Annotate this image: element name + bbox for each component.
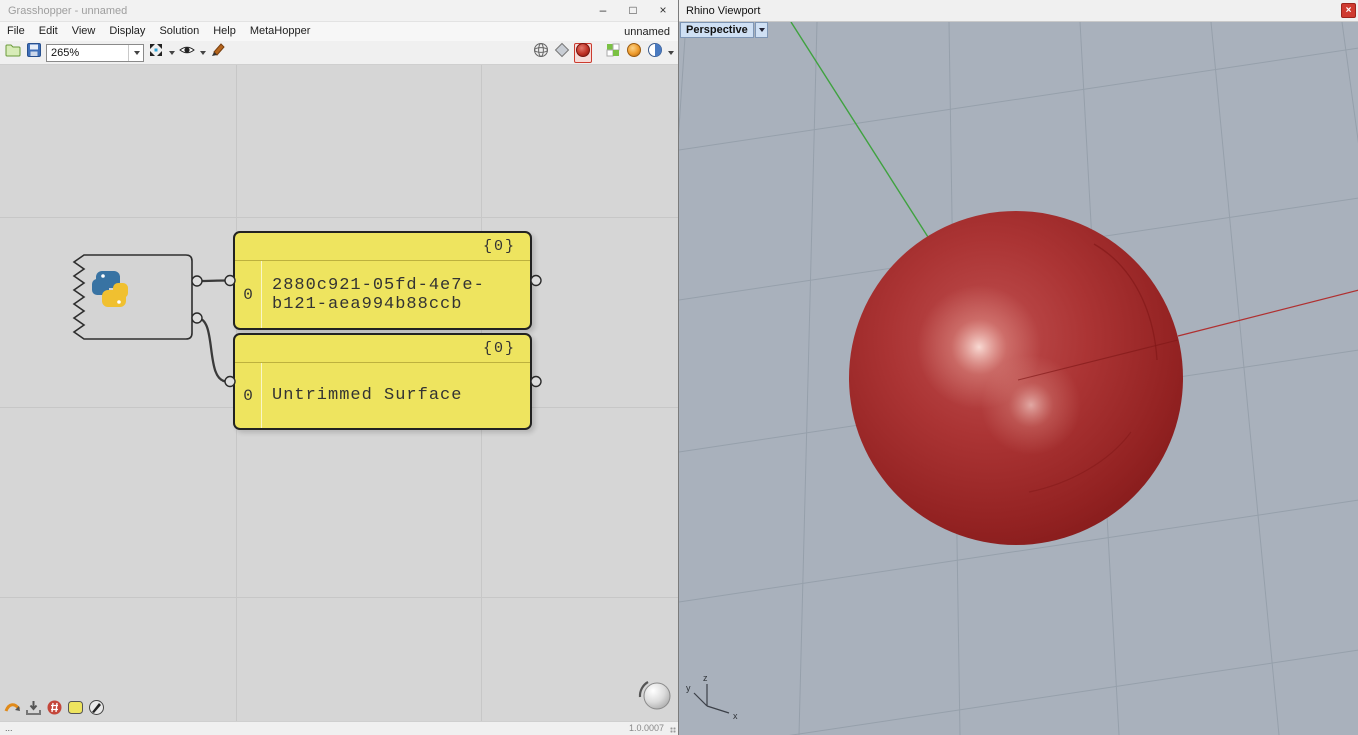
panel-path-badge: {0} [235,233,530,261]
toolbar: 265% [0,41,678,65]
python-logo-icon [92,271,128,307]
panel-row-value: Untrimmed Surface [272,386,463,405]
preview-shaded-button[interactable] [553,42,571,63]
display-checker-button[interactable] [604,43,622,63]
eye-icon [179,42,195,63]
display-mode-button[interactable] [646,43,664,63]
statusbar-more[interactable]: ... [5,722,13,735]
maximize-icon[interactable]: □ [618,0,648,22]
perspective-tab-label[interactable]: Perspective [680,22,754,38]
panel-path-badge: {0} [235,335,530,363]
rhino-window: Rhino Viewport × z y x Perspective [678,0,1358,735]
data-panel-guid[interactable]: {0} 0 2880c921-05fd-4e7e-b121-aea994b88c… [233,231,532,330]
display-material-button[interactable] [625,43,643,63]
window-controls: – □ × [588,0,678,22]
orange-sphere-icon [626,42,642,63]
checker-icon [605,42,621,63]
red-sphere-icon [575,42,591,63]
preview-rendered-button-selected[interactable] [574,42,592,63]
display-mode-dropdown-icon[interactable] [668,50,674,55]
grasshopper-titlebar[interactable]: Grasshopper - unnamed – □ × [0,0,678,22]
canvas-quick-toolbar [3,698,105,716]
menu-help[interactable]: Help [206,22,243,41]
paint-tool-button[interactable] [209,43,227,63]
grasshopper-canvas[interactable]: {0} 0 2880c921-05fd-4e7e-b121-aea994b88c… [0,65,678,721]
x-axis-line [1177,289,1358,337]
half-sphere-icon [647,42,663,63]
red-sphere-geometry [849,211,1183,545]
data-panel-surface[interactable]: {0} 0 Untrimmed Surface [233,333,532,430]
rhino-perspective-viewport[interactable]: z y x Perspective [679,22,1358,735]
pen-tool-icon[interactable] [87,698,105,716]
save-file-button[interactable] [25,43,43,63]
preview-wireframe-button[interactable] [532,43,550,63]
viewport-scene: z y x [679,22,1358,735]
zoom-level-combobox[interactable]: 265% [46,43,144,62]
y-axis-line [790,22,929,238]
zoom-extents-button[interactable] [147,43,165,63]
axis-x-label: x [733,711,738,721]
menu-display[interactable]: Display [102,22,152,41]
python-out-port[interactable] [191,275,203,287]
axis-indicator-icon [693,684,730,714]
gem-icon [554,42,570,63]
panel-row-index: 0 [235,261,262,328]
sketch-icon[interactable] [3,698,21,716]
document-name: unnamed [624,25,670,38]
canvas-navigation-ball[interactable] [636,675,674,718]
zoom-extents-icon [148,42,164,63]
grasshopper-window: Grasshopper - unnamed – □ × File Edit Vi… [0,0,678,735]
menu-solution[interactable]: Solution [152,22,206,41]
menu-file[interactable]: File [0,22,32,41]
python-a-port[interactable] [191,312,203,324]
panel-body: 0 2880c921-05fd-4e7e-b121-aea994b88ccb [235,261,530,328]
import-tray-icon[interactable] [24,698,42,716]
minimize-icon[interactable]: – [588,0,618,22]
paintbrush-icon [210,42,226,63]
axis-z-label: z [703,673,708,683]
viewport-menu-arrow[interactable] [754,22,768,38]
chevron-down-icon[interactable] [128,44,143,61]
panel-row-index: 0 [235,363,262,428]
panel-row-value: 2880c921-05fd-4e7e-b121-aea994b88ccb [272,275,485,314]
resize-grip[interactable] [670,727,676,733]
chevron-down-icon [758,28,765,32]
panel-tool-icon[interactable] [66,698,84,716]
screen: Grasshopper - unnamed – □ × File Edit Vi… [0,0,1358,735]
zoom-level-value: 265% [51,46,80,59]
python-output-out-label: out [150,271,174,290]
preview-visibility-button[interactable] [178,43,196,63]
close-icon[interactable]: × [648,0,678,22]
python-output-a-label: a [152,308,162,327]
panel-body: 0 Untrimmed Surface [235,363,530,428]
save-icon [26,42,42,63]
menu-edit[interactable]: Edit [32,22,65,41]
ball-icon [643,682,671,710]
version-label: 1.0.0007 [628,723,664,733]
viewport-tab: Perspective [680,22,768,38]
statusbar: ... 1.0.0007 [0,721,678,735]
open-file-button[interactable] [4,43,22,63]
zoom-extents-dropdown-icon[interactable] [169,50,175,55]
rhino-window-title: Rhino Viewport [686,5,761,17]
csharp-script-icon[interactable] [45,698,63,716]
panel2-output-port[interactable] [530,375,542,388]
rhino-titlebar[interactable]: Rhino Viewport × [679,0,1358,22]
folder-open-icon [5,42,21,63]
wireframe-sphere-icon [533,42,549,63]
preview-dropdown-icon[interactable] [200,50,206,55]
axis-y-label: y [686,683,691,693]
menu-metahopper[interactable]: MetaHopper [243,22,318,41]
wire-a-to-panel2 [196,316,228,383]
close-icon[interactable]: × [1341,3,1356,18]
window-title: Grasshopper - unnamed [8,5,128,17]
wire-out-to-panel1 [196,279,228,283]
menu-view[interactable]: View [65,22,103,41]
panel1-output-port[interactable] [530,274,542,287]
menubar: File Edit View Display Solution Help Met… [0,22,678,41]
